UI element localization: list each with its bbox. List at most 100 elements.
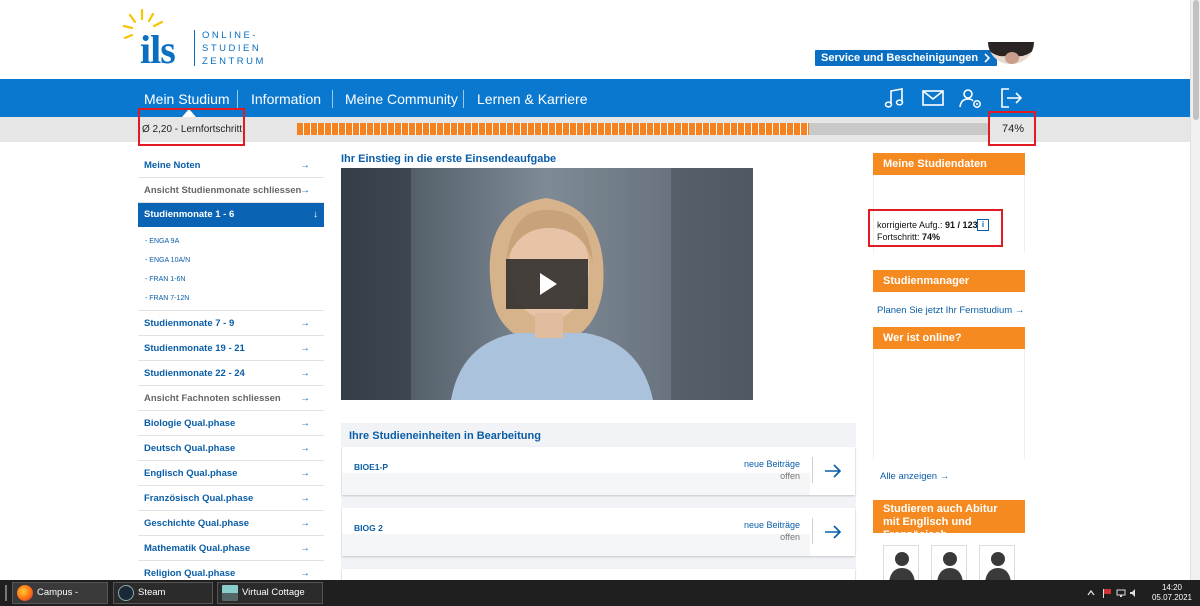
nav-separator — [463, 90, 464, 108]
sidebar-item-label: Geschichte Qual.phase — [144, 518, 250, 529]
unit-open-status: offen — [780, 532, 800, 542]
chevron-up-icon[interactable] — [1086, 588, 1096, 598]
logout-icon[interactable] — [999, 87, 1023, 109]
arrow-right-icon: → — [300, 185, 310, 196]
sidebar: Meine Noten → Ansicht Studienmonate schl… — [138, 153, 324, 586]
unit-new-posts: neue Beiträge — [743, 459, 800, 469]
sidebar-item[interactable]: Deutsch Qual.phase → — [138, 436, 324, 461]
sidebar-subitem-fran-7-12n[interactable]: - FRAN 7-12N — [138, 289, 324, 308]
nav-lernen-karriere[interactable]: Lernen & Karriere — [477, 79, 588, 117]
abitur-promo-header[interactable]: Studieren auch Abitur mit Englisch und F… — [873, 500, 1025, 541]
sidebar-item-label: Studienmonate 22 - 24 — [144, 368, 245, 379]
network-icon[interactable] — [1116, 588, 1126, 598]
sidebar-item[interactable]: Geschichte Qual.phase → — [138, 511, 324, 536]
show-all-link[interactable]: Alle anzeigen → — [880, 471, 949, 482]
taskbar-button-label: Virtual Cottage — [242, 587, 305, 598]
sidebar-item[interactable]: Biologie Qual.phase → — [138, 411, 324, 436]
unit-name: BIOG 2 — [354, 523, 383, 533]
unit-card-stripe — [342, 534, 810, 556]
sidebar-bottom-list: Studienmonate 7 - 9 → Studienmonate 19 - 2… — [138, 311, 324, 586]
service-button[interactable]: Service und Bescheinigungen — [815, 50, 998, 66]
sidebar-item-label: Französisch Qual.phase — [144, 493, 254, 504]
arrow-right-icon: → — [300, 160, 310, 171]
online-body — [873, 349, 1025, 459]
unit-separator — [812, 518, 813, 544]
play-button[interactable] — [506, 259, 588, 309]
sidebar-item[interactable]: Englisch Qual.phase → — [138, 461, 324, 486]
unit-card-bioe1-p[interactable]: BIOE1-P neue Beiträge offen — [342, 447, 855, 495]
logo-wordmark: ils — [140, 27, 176, 72]
sidebar-subitem-enga-9a[interactable]: - ENGA 9A — [138, 232, 324, 251]
nav-information[interactable]: Information — [251, 79, 321, 117]
taskbar-button-firefox[interactable]: Campus - Mozilla... — [12, 582, 108, 604]
highlight-box-progress-percent — [988, 111, 1036, 146]
sidebar-item-label: Religion Qual.phase — [144, 568, 236, 579]
page-scrollbar[interactable] — [1190, 0, 1200, 580]
arrow-right-icon: → — [300, 493, 310, 504]
sidebar-subitem-fran-1-6n[interactable]: - FRAN 1-6N — [138, 270, 324, 289]
user-settings-icon[interactable] — [959, 87, 983, 109]
virtual-cottage-icon — [222, 585, 238, 601]
nav-separator — [237, 90, 238, 108]
taskbar-button-steam[interactable]: Steam — [113, 582, 213, 604]
sidebar-item[interactable]: Studienmonate 19 - 21 → — [138, 336, 324, 361]
taskbar-button-label: Campus - Mozilla... — [37, 587, 79, 598]
sidebar-item[interactable]: Studienmonate 7 - 9 → — [138, 311, 324, 336]
arrow-right-icon: → — [300, 518, 310, 529]
unit-card-stripe — [342, 473, 810, 495]
arrow-right-icon: → — [1014, 305, 1025, 316]
nav-meine-community[interactable]: Meine Community — [345, 79, 458, 117]
person-silhouette-icon[interactable] — [931, 545, 967, 581]
play-icon — [540, 273, 557, 295]
studienmanager-header: Studienmanager — [873, 270, 1025, 292]
music-icon[interactable] — [883, 87, 907, 109]
arrow-right-icon[interactable] — [823, 522, 843, 542]
mail-icon[interactable] — [921, 87, 945, 109]
flag-icon[interactable] — [1102, 588, 1112, 598]
logo-tagline-3: ZENTRUM — [202, 56, 266, 67]
service-button-label: Service und Bescheinigungen — [821, 52, 979, 64]
highlight-box-studiendaten — [868, 209, 1003, 247]
arrow-right-icon: → — [300, 318, 310, 329]
video-player[interactable] — [341, 168, 753, 400]
progress-bar-fill — [297, 123, 809, 135]
scrollbar-thumb[interactable] — [1193, 0, 1199, 120]
volume-icon[interactable] — [1129, 588, 1139, 598]
arrow-right-icon: → — [300, 368, 310, 379]
sidebar-item[interactable]: Französisch Qual.phase → — [138, 486, 324, 511]
person-silhouette-icon[interactable] — [883, 545, 919, 581]
ils-logo[interactable]: ils ONLINE- STUDIEN ZENTRUM — [120, 8, 280, 72]
sidebar-item-label: Biologie Qual.phase — [144, 418, 236, 429]
arrow-right-icon[interactable] — [823, 461, 843, 481]
taskbar-button-virtual-cottage[interactable]: Virtual Cottage — [217, 582, 323, 604]
sidebar-item-close-studienmonate[interactable]: Ansicht Studienmonate schliessen → — [138, 178, 324, 203]
show-all-label: Alle anzeigen — [880, 471, 938, 482]
page: ils ONLINE- STUDIEN ZENTRUM Service und … — [0, 0, 1200, 606]
logo-tagline-2: STUDIEN — [202, 43, 262, 54]
person-silhouette-icon[interactable] — [979, 545, 1015, 581]
arrow-right-icon: → — [300, 418, 310, 429]
sidebar-item[interactable]: Mathematik Qual.phase → — [138, 536, 324, 561]
arrow-right-icon: → — [300, 468, 310, 479]
sidebar-item[interactable]: Ansicht Fachnoten schliessen → — [138, 386, 324, 411]
arrow-right-icon: → — [939, 471, 950, 482]
sidebar-item-meine-noten[interactable]: Meine Noten → — [138, 153, 324, 178]
sidebar-subitem-enga-10a[interactable]: - ENGA 10A/N — [138, 251, 324, 270]
sidebar-item-label: Deutsch Qual.phase — [144, 443, 236, 454]
unit-name: BIOE1-P — [354, 462, 389, 472]
sidebar-item-studienmonate-1-6[interactable]: Studienmonate 1 - 6 ↓ — [138, 203, 324, 227]
unit-card-biog-2[interactable]: BIOG 2 neue Beiträge offen — [342, 508, 855, 556]
unit-separator — [812, 457, 813, 483]
studienmanager-link[interactable]: Planen Sie jetzt Ihr Fernstudium → — [877, 305, 1024, 316]
start-handle-icon[interactable] — [2, 583, 12, 603]
sidebar-item-label: Mathematik Qual.phase — [144, 543, 251, 554]
sidebar-item-label: Studienmonate 1 - 6 — [144, 209, 235, 220]
video-title: Ihr Einstieg in die erste Einsendeaufgab… — [341, 153, 557, 165]
clock-date: 05.07.2021 — [1151, 593, 1193, 602]
logo-divider — [194, 30, 195, 66]
studienmanager-link-label: Planen Sie jetzt Ihr Fernstudium — [877, 305, 1013, 316]
units-title: Ihre Studieneinheiten in Bearbeitung — [349, 430, 541, 442]
taskbar-clock[interactable]: 14:20 05.07.2021 — [1150, 583, 1194, 603]
sidebar-item[interactable]: Studienmonate 22 - 24 → — [138, 361, 324, 386]
arrow-right-icon: → — [300, 443, 310, 454]
